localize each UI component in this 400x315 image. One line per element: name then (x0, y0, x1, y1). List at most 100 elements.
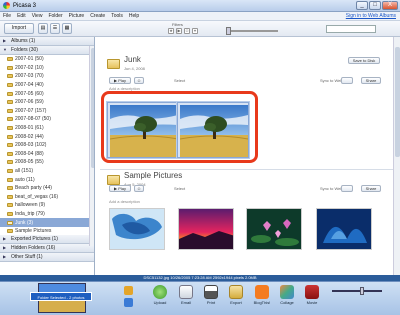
folder-item[interactable]: 2007-01 (50) (0, 55, 94, 64)
email-icon (179, 285, 193, 299)
folder-item[interactable]: 2007-04 (40) (0, 81, 94, 90)
export-button[interactable]: Export (226, 285, 246, 305)
photo-thumbnail[interactable] (109, 208, 165, 250)
sync-toggle[interactable] (341, 77, 353, 84)
folder-label: 2007-06 (59) (15, 99, 44, 106)
folder-item[interactable]: all (151) (0, 167, 94, 176)
view-library-button[interactable]: ▤ (38, 23, 48, 34)
group-hidden[interactable]: ▶ Hidden Folders (16) (0, 244, 94, 254)
zoom-slider-track[interactable] (332, 290, 382, 292)
group-label: Other Stuff (1) (11, 254, 43, 261)
people-filter-icon[interactable]: ☺ (184, 28, 190, 34)
minimize-button[interactable]: _ (356, 1, 368, 10)
folder-item[interactable]: Inda_trip (79) (0, 210, 94, 219)
menu-picture[interactable]: Picture (66, 13, 88, 19)
left-scrollbar[interactable] (89, 46, 94, 246)
zoom-slider-knob[interactable] (360, 287, 364, 295)
video-filter-icon[interactable]: ▶ (176, 28, 182, 34)
folder-item-selected-junk[interactable]: Junk (3) (0, 218, 94, 227)
maximize-button[interactable]: □ (369, 1, 381, 10)
date-slider-knob[interactable] (226, 27, 231, 35)
add-description[interactable]: Add a description (109, 199, 140, 204)
folder-icon (7, 126, 13, 131)
folder-label: Sample Pictures (15, 228, 52, 235)
folder-item[interactable]: 2007-02 (10) (0, 64, 94, 73)
expand-arrow-icon[interactable]: ▶ (3, 254, 9, 260)
section-divider (100, 169, 396, 170)
import-label: Import (11, 25, 27, 31)
folder-label: 2008-03 (102) (15, 142, 47, 149)
menu-edit[interactable]: Edit (14, 13, 29, 19)
folder-item[interactable]: auto (11) (0, 175, 94, 184)
save-to-disk-button[interactable]: Save to Disk (348, 57, 380, 64)
filter-icons: ★ ▶ ☺ ⌖ (168, 28, 198, 34)
folder-item[interactable]: 2007-07 (157) (0, 107, 94, 116)
folder-item[interactable]: halloween (9) (0, 201, 94, 210)
collapse-arrow-icon[interactable]: ▼ (3, 47, 9, 53)
folder-item[interactable]: Sample Pictures (0, 227, 94, 236)
share-button[interactable]: Share (361, 185, 381, 192)
photo-thumbnail[interactable] (246, 208, 302, 250)
play-button[interactable]: ▶ Play (109, 185, 131, 192)
collage-button[interactable]: Collage (277, 285, 297, 305)
import-button[interactable]: Import (4, 23, 34, 34)
upload-button[interactable]: Upload (150, 285, 170, 305)
folder-item[interactable]: beat_of_vegas (16) (0, 193, 94, 202)
main-scrollbar[interactable] (393, 37, 400, 275)
folder-item[interactable]: 2007-05 (60) (0, 89, 94, 98)
folder-icon (7, 194, 13, 199)
photo-thumbnail[interactable] (178, 208, 234, 250)
folder-item[interactable]: 2007-08-07 (50) (0, 115, 94, 124)
group-folders[interactable]: ▼ Folders (30) (0, 46, 94, 55)
folder-item[interactable]: 2008-02 (44) (0, 132, 94, 141)
date-slider-track[interactable] (226, 30, 278, 32)
library-icon: ▤ (40, 25, 46, 31)
expand-arrow-icon[interactable]: ▶ (3, 38, 9, 44)
clear-icon[interactable] (124, 298, 133, 307)
sync-toggle[interactable] (341, 185, 353, 192)
play-label: Play (118, 186, 126, 191)
folder-item[interactable]: 2008-05 (55) (0, 158, 94, 167)
scrollbar-thumb[interactable] (395, 47, 400, 157)
view-detail-button[interactable]: ▦ (62, 23, 72, 34)
menu-view[interactable]: View (29, 13, 46, 19)
hold-icon[interactable] (124, 286, 133, 295)
print-icon (204, 285, 218, 299)
menu-tools[interactable]: Tools (108, 13, 126, 19)
share-button[interactable]: Share (361, 77, 381, 84)
close-button[interactable]: X (382, 1, 398, 10)
search-input[interactable] (326, 25, 376, 33)
view-list-button[interactable]: ☰ (50, 23, 60, 34)
expand-arrow-icon[interactable]: ▶ (3, 245, 9, 251)
sign-in-link[interactable]: Sign in to Web Albums (346, 13, 396, 19)
blogthis-button[interactable]: BlogThis! (252, 285, 272, 305)
folder-item[interactable]: 2008-01 (61) (0, 124, 94, 133)
group-other[interactable]: ▶ Other Stuff (1) (0, 253, 94, 263)
email-button[interactable]: Email (176, 285, 196, 305)
scrollbar-thumb[interactable] (91, 48, 94, 168)
star-filter-icon[interactable]: ★ (168, 28, 174, 34)
folder-item[interactable]: 2007-06 (59) (0, 98, 94, 107)
photo-image (317, 209, 371, 249)
timeline-button[interactable]: ☺ (134, 77, 144, 84)
menu-help[interactable]: Help (126, 13, 142, 19)
movie-button[interactable]: Movie (302, 285, 322, 305)
folder-item[interactable]: Beach party (44) (0, 184, 94, 193)
folder-item[interactable]: 2008-04 (88) (0, 150, 94, 159)
play-button[interactable]: ▶ Play (109, 77, 131, 84)
photo-thumbnail[interactable] (316, 208, 372, 250)
folder-label: halloween (9) (15, 202, 46, 209)
expand-arrow-icon[interactable]: ▶ (3, 236, 9, 242)
menu-file[interactable]: File (0, 13, 14, 19)
folder-item[interactable]: 2007-03 (70) (0, 72, 94, 81)
timeline-button[interactable]: ☺ (134, 185, 144, 192)
menu-folder[interactable]: Folder (45, 13, 65, 19)
folder-item[interactable]: 2008-03 (102) (0, 141, 94, 150)
folder-icon (7, 91, 13, 96)
group-albums[interactable]: ▶ Albums (1) (0, 37, 94, 46)
print-button[interactable]: Print (201, 285, 221, 305)
group-exported[interactable]: ▶ Exported Pictures (1) (0, 235, 94, 245)
collage-label: Collage (280, 300, 294, 305)
menu-create[interactable]: Create (87, 13, 108, 19)
geotag-filter-icon[interactable]: ⌖ (192, 28, 198, 34)
